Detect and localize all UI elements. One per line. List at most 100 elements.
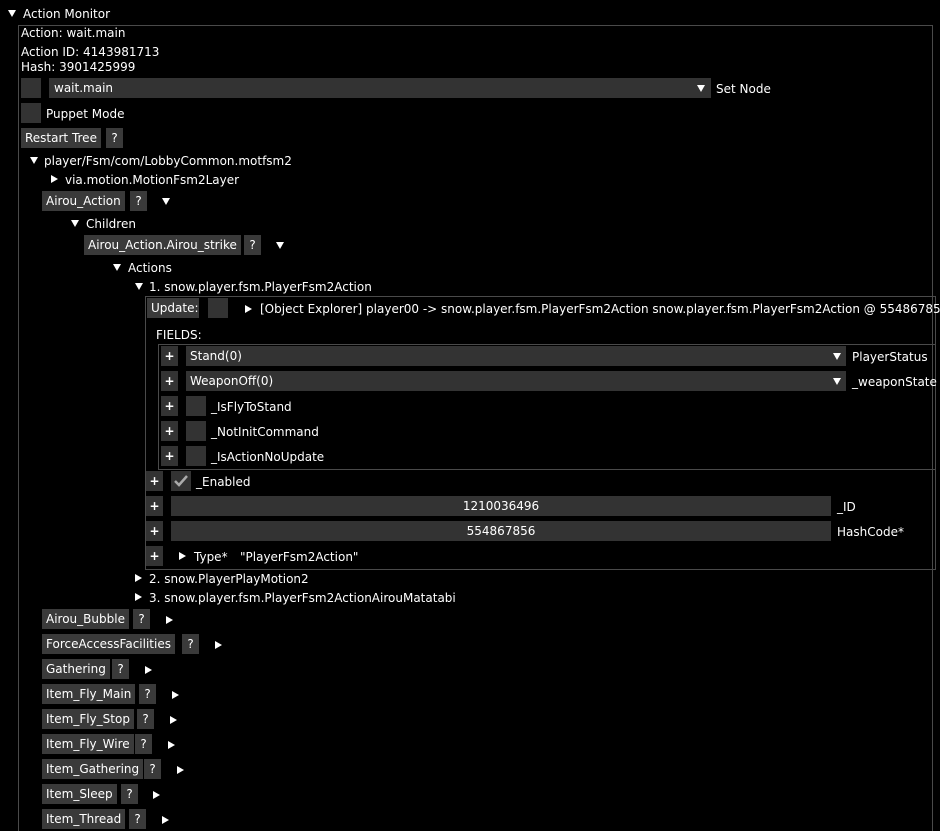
expand-button[interactable]: + [161,446,178,466]
checkmark-icon [174,475,188,487]
not-init-command-label: _NotInitCommand [211,425,319,439]
expand-button[interactable]: + [161,421,178,441]
node-help[interactable]: ? [137,709,154,729]
action3-arrow-icon[interactable] [135,593,142,601]
node-color-swatch[interactable] [21,78,41,98]
node-button[interactable]: Item_Fly_Wire [42,734,134,754]
object-explorer-arrow-icon[interactable] [245,305,252,313]
node-button[interactable]: Item_Gathering [42,759,144,779]
hash-code-label: HashCode* [837,525,904,539]
collapse-arrow-icon[interactable] [8,10,16,17]
action-hash: Hash: 3901425999 [21,60,136,74]
node-expand-arrow-icon[interactable] [153,791,160,799]
node-expand-arrow-icon[interactable] [168,741,175,749]
node-button[interactable]: Gathering [42,659,110,679]
update-checkbox[interactable] [208,298,228,318]
type-value: "PlayerFsm2Action" [240,550,359,564]
weapon-state-select[interactable]: WeaponOff(0) [186,371,846,391]
set-node-label: Set Node [716,82,771,96]
node-button[interactable]: Item_Sleep [42,784,117,804]
node-expand-arrow-icon[interactable] [170,716,177,724]
id-label: _ID [837,500,856,514]
node-help[interactable]: ? [133,609,150,629]
restart-help-button[interactable]: ? [106,128,123,148]
is-action-no-update-label: _IsActionNoUpdate [211,450,325,464]
expand-button[interactable]: + [161,371,178,391]
action-name: Action: wait.main [21,26,126,40]
node-expand-arrow-icon[interactable] [166,616,173,624]
node-help[interactable]: ? [129,809,146,829]
type-label[interactable]: Type* [194,549,228,565]
enabled-label: _Enabled [196,475,251,489]
expand-button[interactable]: + [146,471,163,491]
player-status-select[interactable]: Stand(0) [186,346,846,366]
action-1[interactable]: 1. snow.player.fsm.PlayerFsm2Action [149,279,372,295]
not-init-command-checkbox[interactable] [186,421,206,441]
weapon-state-value: WeaponOff(0) [190,374,274,388]
dropdown-arrow-icon[interactable] [833,353,841,360]
expand-button[interactable]: + [146,546,163,566]
action1-arrow-icon[interactable] [135,283,143,290]
id-value: 1210036496 [462,499,540,513]
is-action-no-update-checkbox[interactable] [186,446,206,466]
action-2[interactable]: 2. snow.PlayerPlayMotion2 [149,571,309,587]
window-title[interactable]: Action Monitor [23,6,110,22]
id-input[interactable]: 1210036496 [171,496,831,516]
is-fly-to-stand-checkbox[interactable] [186,396,206,416]
airou-strike-button[interactable]: Airou_Action.Airou_strike [84,235,241,255]
node-expand-arrow-icon[interactable] [177,766,184,774]
node-button[interactable]: Airou_Bubble [42,609,129,629]
actions-label[interactable]: Actions [128,260,172,276]
puppet-mode-checkbox[interactable] [21,103,41,123]
node-expand-arrow-icon[interactable] [215,641,222,649]
action-id: Action ID: 4143981713 [21,45,160,59]
children-label[interactable]: Children [86,216,136,232]
action3[interactable]: 3. snow.player.fsm.PlayerFsm2ActionAirou… [149,590,456,606]
node-button[interactable]: Item_Fly_Stop [42,709,134,729]
tree-root-arrow-icon[interactable] [30,157,38,164]
hash-code-value: 554867856 [466,524,536,538]
node-button[interactable]: Item_Fly_Main [42,684,136,704]
puppet-mode-label: Puppet Mode [46,107,125,121]
layer-arrow-icon[interactable] [51,175,58,183]
node-help[interactable]: ? [121,784,138,804]
node-button[interactable]: ForceAccessFacilities [42,634,175,654]
dropdown-arrow-icon[interactable] [833,378,841,385]
expand-button[interactable]: + [146,521,163,541]
player-status-value: Stand(0) [190,349,242,363]
expand-button[interactable]: + [161,346,178,366]
airou-strike-arrow-icon[interactable] [276,242,284,249]
node-help[interactable]: ? [182,634,199,654]
type-arrow-icon[interactable] [179,552,186,560]
node-help[interactable]: ? [135,734,152,754]
expand-button[interactable]: + [161,396,178,416]
weapon-state-label: _weaponState [852,375,937,389]
node-button[interactable]: Item_Thread [42,809,126,829]
player-status-label: PlayerStatus [852,350,928,364]
fields-label: FIELDS: [156,328,202,342]
airou-strike-help[interactable]: ? [244,235,261,255]
node-expand-arrow-icon[interactable] [172,691,179,699]
children-arrow-icon[interactable] [71,220,79,227]
actions-arrow-icon[interactable] [113,264,121,271]
tree-root[interactable]: player/Fsm/com/LobbyCommon.motfsm2 [44,153,292,169]
restart-tree-button[interactable]: Restart Tree [21,128,101,148]
airou-action-help[interactable]: ? [130,191,147,211]
hash-code-input[interactable]: 554867856 [171,521,831,541]
expand-button[interactable]: + [146,496,163,516]
node-help[interactable]: ? [144,759,161,779]
enabled-checkbox[interactable] [171,471,191,491]
node-select[interactable]: wait.main [49,78,711,98]
update-label: Update: [147,298,199,318]
node-expand-arrow-icon[interactable] [162,816,169,824]
node-help[interactable]: ? [139,684,156,704]
action2-arrow-icon[interactable] [135,574,142,582]
node-select-value: wait.main [54,81,114,95]
airou-action-arrow-icon[interactable] [162,198,170,205]
airou-action-button[interactable]: Airou_Action [42,191,125,211]
node-expand-arrow-icon[interactable] [145,666,152,674]
object-explorer-link[interactable]: [Object Explorer] player00 -> snow.playe… [260,301,940,317]
dropdown-arrow-icon[interactable] [697,85,705,92]
tree-layer[interactable]: via.motion.MotionFsm2Layer [65,172,239,188]
node-help[interactable]: ? [112,659,129,679]
